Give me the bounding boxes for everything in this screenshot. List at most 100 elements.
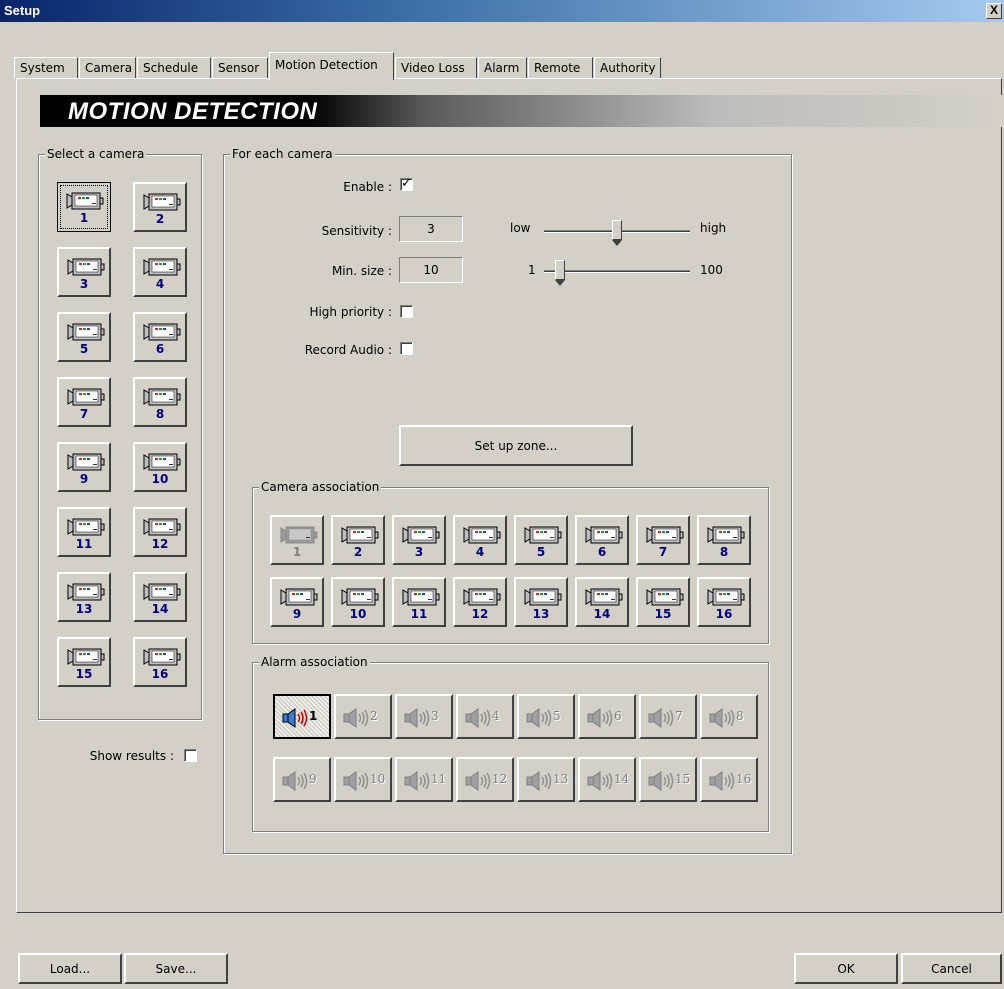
enable-checkbox[interactable]: ✓	[400, 176, 413, 191]
camera-association-7-button[interactable]: 7	[636, 515, 690, 565]
select-camera-11-button[interactable]: 11	[57, 507, 111, 557]
save-button[interactable]: Save...	[124, 953, 228, 984]
camera-number: 1	[292, 545, 302, 559]
camera-icon	[143, 582, 181, 602]
camera-association-8-button[interactable]: 8	[697, 515, 751, 565]
tab-remote[interactable]: Remote	[528, 57, 593, 79]
select-camera-14-button[interactable]: 14	[133, 572, 187, 622]
select-camera-6-button[interactable]: 6	[133, 312, 187, 362]
window-title: Setup	[4, 3, 41, 18]
alarm-association-14-button[interactable]: 14	[578, 757, 636, 802]
alarm-association-16-button[interactable]: 16	[700, 757, 758, 802]
select-camera-16-button[interactable]: 16	[133, 637, 187, 687]
min-size-label: Min. size :	[331, 264, 392, 278]
camera-icon	[143, 517, 181, 537]
enable-label: Enable :	[343, 180, 392, 194]
alarm-association-1-button[interactable]: 1	[273, 694, 331, 739]
alarm-association-3-button[interactable]: 3	[395, 694, 453, 739]
tab-system[interactable]: System	[14, 57, 78, 79]
camera-icon	[143, 322, 181, 342]
camera-icon	[67, 647, 105, 667]
tab-motion-detection[interactable]: Motion Detection	[269, 52, 394, 80]
setup-zone-button[interactable]: Set up zone...	[399, 425, 633, 466]
alarm-association-legend: Alarm association	[259, 655, 370, 669]
camera-number: 2	[155, 212, 165, 226]
tab-schedule[interactable]: Schedule	[137, 57, 211, 79]
camera-association-13-button[interactable]: 13	[514, 577, 568, 627]
alarm-association-5-button[interactable]: 5	[517, 694, 575, 739]
alarm-association-6-button[interactable]: 6	[578, 694, 636, 739]
camera-association-1-button[interactable]: 1	[270, 515, 324, 565]
alarm-association-12-button[interactable]: 12	[456, 757, 514, 802]
select-camera-15-button[interactable]: 15	[57, 637, 111, 687]
select-camera-3-button[interactable]: 3	[57, 247, 111, 297]
alarm-association-13-button[interactable]: 13	[517, 757, 575, 802]
alarm-number: 7	[675, 709, 683, 723]
show-results-label: Show results :	[89, 749, 174, 763]
min-size-low-label: 1	[528, 263, 536, 277]
show-results-checkbox[interactable]	[184, 749, 197, 762]
alarm-association-4-button[interactable]: 4	[456, 694, 514, 739]
tab-video-loss[interactable]: Video Loss	[395, 57, 477, 79]
high-priority-checkbox[interactable]	[400, 305, 413, 318]
load-button[interactable]: Load...	[18, 953, 122, 984]
camera-icon	[67, 387, 105, 407]
camera-association-14-button[interactable]: 14	[575, 577, 629, 627]
check-mark-icon: ✓	[401, 176, 412, 191]
camera-association-3-button[interactable]: 3	[392, 515, 446, 565]
camera-icon	[402, 525, 440, 545]
camera-association-15-button[interactable]: 15	[636, 577, 690, 627]
min-size-slider-thumb[interactable]	[555, 260, 566, 286]
sensitivity-slider[interactable]	[544, 220, 690, 246]
select-camera-1-button[interactable]: 1	[57, 182, 111, 232]
alarm-association-15-button[interactable]: 15	[639, 757, 697, 802]
sensitivity-slider-thumb[interactable]	[612, 220, 622, 246]
select-camera-5-button[interactable]: 5	[57, 312, 111, 362]
cancel-button[interactable]: Cancel	[901, 953, 1002, 984]
camera-icon	[280, 587, 318, 607]
select-camera-12-button[interactable]: 12	[133, 507, 187, 557]
camera-association-11-button[interactable]: 11	[392, 577, 446, 627]
alarm-association-8-button[interactable]: 8	[700, 694, 758, 739]
camera-number: 11	[410, 607, 428, 621]
select-camera-10-button[interactable]: 10	[133, 442, 187, 492]
alarm-association-10-button[interactable]: 10	[334, 757, 392, 802]
select-camera-8-button[interactable]: 8	[133, 377, 187, 427]
camera-association-5-button[interactable]: 5	[514, 515, 568, 565]
camera-icon	[66, 191, 104, 211]
alarm-association-7-button[interactable]: 7	[639, 694, 697, 739]
min-size-slider[interactable]	[544, 260, 690, 286]
alarm-association-11-button[interactable]: 11	[395, 757, 453, 802]
camera-association-6-button[interactable]: 6	[575, 515, 629, 565]
tab-camera[interactable]: Camera	[79, 57, 136, 79]
camera-number: 2	[353, 545, 363, 559]
camera-association-10-button[interactable]: 10	[331, 577, 385, 627]
alarm-association-9-button[interactable]: 9	[273, 757, 331, 802]
select-camera-7-button[interactable]: 7	[57, 377, 111, 427]
camera-association-12-button[interactable]: 12	[453, 577, 507, 627]
camera-number: 4	[155, 277, 165, 291]
select-camera-4-button[interactable]: 4	[133, 247, 187, 297]
select-camera-13-button[interactable]: 13	[57, 572, 111, 622]
select-camera-9-button[interactable]: 9	[57, 442, 111, 492]
camera-association-16-button[interactable]: 16	[697, 577, 751, 627]
select-camera-2-button[interactable]: 2	[133, 182, 187, 232]
camera-association-2-button[interactable]: 2	[331, 515, 385, 565]
camera-icon	[280, 525, 318, 545]
tab-alarm[interactable]: Alarm	[478, 57, 527, 79]
alarm-association-2-button[interactable]: 2	[334, 694, 392, 739]
tab-sensor[interactable]: Sensor	[212, 57, 268, 79]
camera-number: 3	[79, 277, 89, 291]
ok-button[interactable]: OK	[794, 953, 898, 984]
camera-association-9-button[interactable]: 9	[270, 577, 324, 627]
alarm-number: 11	[431, 772, 447, 786]
camera-number: 14	[593, 607, 611, 621]
camera-association-4-button[interactable]: 4	[453, 515, 507, 565]
camera-icon	[524, 525, 562, 545]
tab-authority[interactable]: Authority	[594, 57, 661, 79]
record-audio-checkbox[interactable]	[400, 342, 413, 355]
camera-icon	[67, 257, 105, 277]
speaker-icon	[708, 708, 736, 728]
close-button[interactable]: X	[986, 3, 1002, 19]
camera-icon	[707, 525, 745, 545]
